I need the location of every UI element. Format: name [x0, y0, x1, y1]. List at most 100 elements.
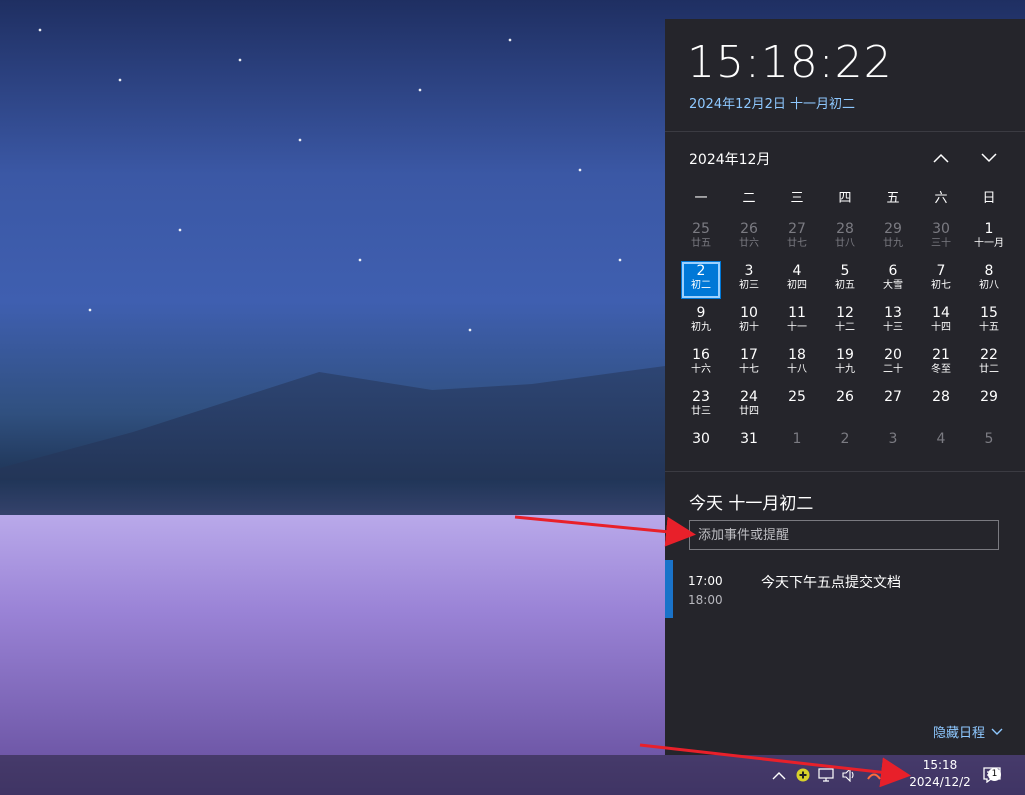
lunar-label: 三十 [931, 238, 951, 249]
add-event-input[interactable] [689, 520, 999, 550]
calendar-day-today[interactable]: 2 初二 [681, 261, 721, 299]
lunar-label: 十一 [787, 322, 807, 333]
weekday-label: 一 [694, 191, 708, 206]
hide-agenda-button[interactable]: 隐藏日程 [933, 722, 1003, 741]
calendar-day[interactable]: 26 廿六 [725, 217, 773, 259]
show-hidden-icons-button[interactable] [772, 755, 786, 795]
input-method-button[interactable] [866, 755, 882, 795]
prev-month-button[interactable] [928, 145, 954, 171]
calendar-day[interactable]: 23 廿三 [677, 385, 725, 427]
calendar-day[interactable]: 3 初三 [725, 259, 773, 301]
calendar-day[interactable]: 1 十一月 [965, 217, 1013, 259]
calendar-day[interactable]: 11 十一 [773, 301, 821, 343]
calendar-day[interactable]: 2 [821, 427, 869, 469]
lunar-label: 初三 [739, 280, 759, 291]
network-icon-button[interactable] [818, 755, 834, 795]
calendar-day[interactable]: 19 十九 [821, 343, 869, 385]
event-color-bar [665, 560, 673, 618]
calendar-day[interactable]: 4 [917, 427, 965, 469]
weekday-label: 日 [982, 191, 996, 206]
calendar-day[interactable]: 30 三十 [917, 217, 965, 259]
calendar-day[interactable]: 18 十八 [773, 343, 821, 385]
divider [665, 471, 1025, 472]
taskbar-clock[interactable]: 15:18 2024/12/2 [905, 757, 975, 791]
calendar-day[interactable]: 30 [677, 427, 725, 469]
day-number: 7 [936, 263, 946, 279]
calendar-day[interactable]: 13 十三 [869, 301, 917, 343]
day-number: 2 [696, 263, 706, 279]
next-month-button[interactable] [976, 145, 1002, 171]
lunar-label: 初九 [691, 322, 711, 333]
calendar-day[interactable]: 27 廿七 [773, 217, 821, 259]
event-end-time: 18:00 [688, 593, 723, 607]
calendar-flyout: 15:18:22 2024年12月2日 十一月初二 2024年12月 一 二 三… [665, 19, 1025, 755]
event-start-time: 17:00 [688, 574, 723, 588]
month-title[interactable]: 2024年12月 [689, 149, 770, 169]
tray-app-icon[interactable] [796, 755, 810, 795]
calendar-day[interactable]: 31 [725, 427, 773, 469]
calendar-day[interactable]: 3 [869, 427, 917, 469]
day-number: 12 [836, 305, 854, 321]
lunar-label: 二十 [883, 364, 903, 375]
lunar-label: 初二 [691, 280, 711, 291]
calendar-day[interactable]: 15 十五 [965, 301, 1013, 343]
calendar-day[interactable]: 12 十二 [821, 301, 869, 343]
day-number: 26 [836, 389, 854, 405]
day-number: 30 [692, 431, 710, 447]
lunar-label: 廿八 [835, 238, 855, 249]
day-number: 23 [692, 389, 710, 405]
day-number: 18 [788, 347, 806, 363]
calendar-day[interactable]: 5 [965, 427, 1013, 469]
calendar-day[interactable]: 16 十六 [677, 343, 725, 385]
divider [665, 131, 1025, 132]
calendar-day[interactable]: 7 初七 [917, 259, 965, 301]
day-number: 26 [740, 221, 758, 237]
calendar-day[interactable]: 22 廿二 [965, 343, 1013, 385]
calendar-day[interactable]: 8 初八 [965, 259, 1013, 301]
calendar-day[interactable]: 21 冬至 [917, 343, 965, 385]
network-icon [818, 768, 834, 782]
lunar-label: 十五 [979, 322, 999, 333]
calendar-day[interactable]: 1 [773, 427, 821, 469]
lunar-label: 初七 [931, 280, 951, 291]
flyout-clock: 15:18:22 [687, 37, 893, 88]
calendar-day[interactable]: 5 初五 [821, 259, 869, 301]
calendar-day[interactable]: 29 [965, 385, 1013, 427]
weekday-header: 一 二 三 四 五 六 日 [677, 187, 1013, 206]
calendar-day[interactable]: 26 [821, 385, 869, 427]
calendar-day[interactable]: 14 十四 [917, 301, 965, 343]
calendar-day[interactable]: 28 廿八 [821, 217, 869, 259]
day-number: 31 [740, 431, 758, 447]
calendar-day[interactable]: 9 初九 [677, 301, 725, 343]
day-number: 19 [836, 347, 854, 363]
flyout-full-date-link[interactable]: 2024年12月2日 十一月初二 [689, 93, 855, 112]
day-number: 4 [792, 263, 802, 279]
calendar-day[interactable]: 25 廿五 [677, 217, 725, 259]
lunar-label: 廿四 [739, 406, 759, 417]
calendar-day[interactable]: 28 [917, 385, 965, 427]
volume-icon-button[interactable] [842, 755, 858, 795]
lunar-label: 廿六 [739, 238, 759, 249]
calendar-day[interactable]: 10 初十 [725, 301, 773, 343]
day-number: 27 [884, 389, 902, 405]
lunar-label: 十三 [883, 322, 903, 333]
agenda-event[interactable]: 17:00 18:00 今天下午五点提交文档 [665, 560, 1025, 618]
day-number: 17 [740, 347, 758, 363]
add-circle-icon [796, 768, 810, 782]
calendar-day[interactable]: 4 初四 [773, 259, 821, 301]
calendar-day[interactable]: 20 二十 [869, 343, 917, 385]
day-number: 16 [692, 347, 710, 363]
calendar-day[interactable]: 27 [869, 385, 917, 427]
calendar-day[interactable]: 24 廿四 [725, 385, 773, 427]
calendar-day[interactable]: 6 大雪 [869, 259, 917, 301]
calendar-grid: 25 廿五 26 廿六 27 廿七 28 廿八 29 廿九 30 三十 1 十一月 2 初二 3 初三 4 初四 5 初五… [677, 217, 1013, 469]
weekday-label: 四 [838, 191, 852, 206]
calendar-day[interactable]: 29 廿九 [869, 217, 917, 259]
day-number: 13 [884, 305, 902, 321]
lunar-label: 廿五 [691, 238, 711, 249]
calendar-day[interactable]: 25 [773, 385, 821, 427]
day-number: 24 [740, 389, 758, 405]
input-method-icon [867, 773, 881, 780]
lunar-label: 十四 [931, 322, 951, 333]
calendar-day[interactable]: 17 十七 [725, 343, 773, 385]
